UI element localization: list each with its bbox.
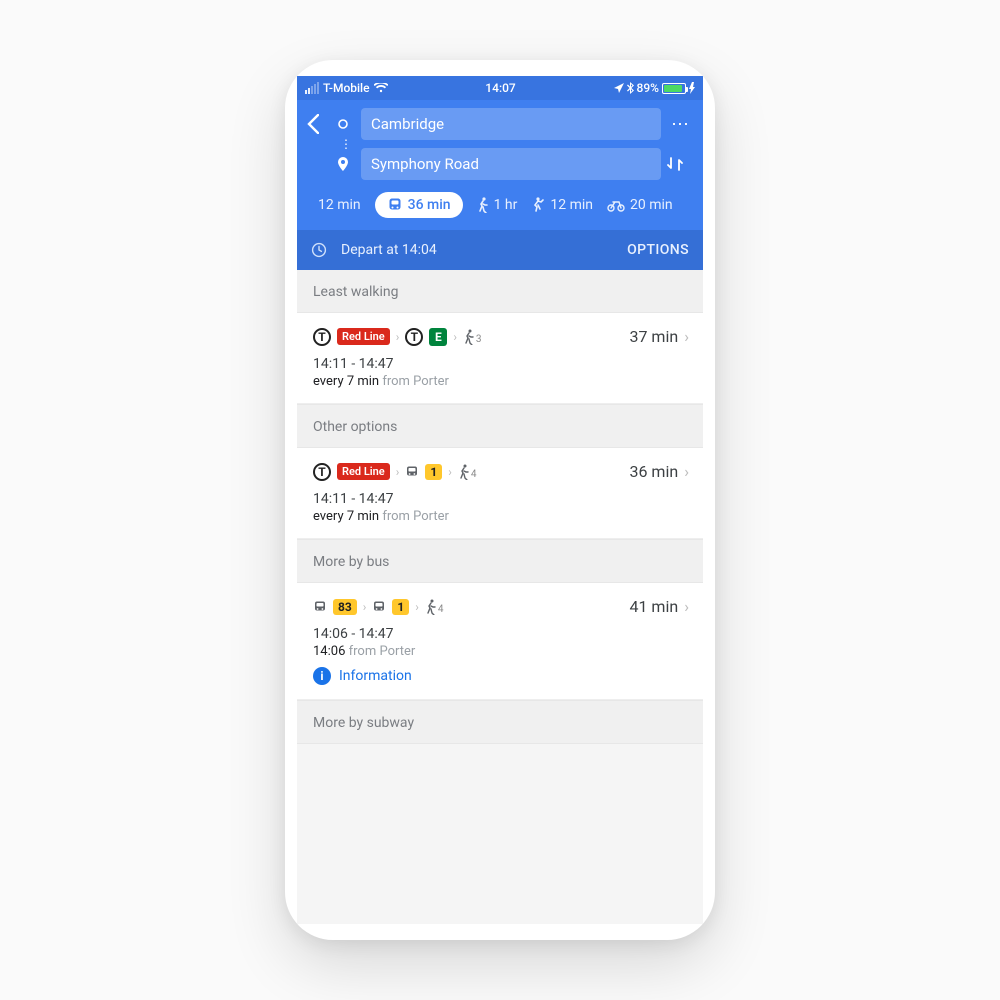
route-legs: T Red Line › 1 › 4 [313,463,629,481]
section-more-by-bus: More by bus [297,539,703,583]
section-more-by-subway: More by subway [297,700,703,744]
route-frequency: every 7 min from Porter [313,509,689,524]
route-times: 14:11 - 14:47 [313,491,689,507]
mode-rideshare[interactable]: 12 min [531,197,593,213]
red-line-badge: Red Line [337,328,390,345]
origin-dot-icon [337,118,355,130]
green-line-e-badge: E [429,328,447,346]
options-button[interactable]: OPTIONS [627,242,689,258]
carrier-label: T-Mobile [323,81,370,95]
bus-1-badge: 1 [392,599,409,615]
mbta-icon: T [313,463,331,481]
mode-bike-time: 20 min [630,197,673,213]
section-other-options: Other options [297,404,703,448]
walk-minutes: 4 [471,469,477,480]
route-legs: 83 › 1 › 4 [313,599,629,615]
walk-leg: 3 [463,329,482,345]
wifi-icon [374,83,388,93]
chevron-right-icon: › [396,330,400,344]
walk-leg: 4 [458,464,477,480]
travel-modes: 12 min 36 min 1 hr [307,180,693,230]
mode-transit[interactable]: 36 min [375,192,463,218]
walk-minutes: 3 [476,334,482,345]
chevron-right-icon: › [684,327,689,346]
route-item[interactable]: T Red Line › 1 › 4 36 min › 14:11 - 14:4 [297,448,703,539]
walk-icon [477,197,489,213]
route-times: 14:11 - 14:47 [313,356,689,372]
route-legs: T Red Line › T E › 3 [313,328,629,346]
battery-icon [662,83,686,94]
route-duration: 36 min [629,462,678,481]
chevron-right-icon: › [363,600,367,614]
chevron-right-icon: › [448,465,452,479]
chevron-right-icon: › [415,600,419,614]
route-information-link[interactable]: i Information [313,667,689,685]
mbta-icon: T [405,328,423,346]
route-times: 14:06 - 14:47 [313,626,689,642]
route-frequency: 14:06 from Porter [313,644,689,659]
status-left: T-Mobile [305,81,388,95]
depart-bar: Depart at 14:04 OPTIONS [297,230,703,270]
bus-1-badge: 1 [425,464,442,480]
origin-input[interactable]: Cambridge [361,108,661,140]
bike-icon [607,198,625,212]
chevron-right-icon: › [684,462,689,481]
phone-frame: T-Mobile 14:07 89% [285,60,715,940]
mode-transit-time: 36 min [408,197,451,213]
route-item[interactable]: 83 › 1 › 4 41 min › 14:06 - 14:47 1 [297,583,703,700]
mode-car[interactable]: 12 min [313,197,361,213]
rideshare-icon [531,197,545,213]
destination-input[interactable]: Symphony Road [361,148,661,180]
section-least-walking: Least walking [297,270,703,313]
bus-icon [313,600,327,614]
bus-83-badge: 83 [333,599,357,615]
route-item[interactable]: T Red Line › T E › 3 37 min › 14:11 - 14… [297,313,703,404]
info-label: Information [339,668,412,684]
screen: T-Mobile 14:07 89% [297,76,703,924]
route-duration: 37 min [629,327,678,346]
mode-car-time: 12 min [318,197,361,213]
route-frequency: every 7 min from Porter [313,374,689,389]
bus-icon [405,465,419,479]
chevron-right-icon: › [684,597,689,616]
destination-pin-icon [337,157,355,171]
red-line-badge: Red Line [337,463,390,480]
more-button[interactable]: ⋯ [667,114,693,135]
chevron-right-icon: › [396,465,400,479]
back-button[interactable] [307,114,331,134]
walk-leg: 4 [425,599,444,615]
directions-header: Cambridge ⋯ ⋮ Symphony Road [297,100,703,230]
waypoint-dots-icon: ⋮ [337,140,355,148]
status-bar: T-Mobile 14:07 89% [297,76,703,100]
mbta-icon: T [313,328,331,346]
mode-bike[interactable]: 20 min [607,197,673,213]
mode-walk-time: 1 hr [494,197,518,213]
battery-pct: 89% [637,81,659,95]
chevron-right-icon: › [453,330,457,344]
transit-icon [387,197,403,213]
status-time: 14:07 [388,81,614,95]
charging-icon [689,82,695,94]
status-right: 89% [614,81,695,95]
clock-icon [311,242,333,258]
bus-icon [372,600,386,614]
depart-time-button[interactable]: Depart at 14:04 [333,242,627,258]
mode-rideshare-time: 12 min [550,197,593,213]
location-arrow-icon [614,83,624,93]
info-icon: i [313,667,331,685]
route-duration: 41 min [629,597,678,616]
bluetooth-icon [627,82,634,94]
walk-minutes: 4 [438,604,444,615]
signal-icon [305,82,319,94]
mode-walk[interactable]: 1 hr [477,197,518,213]
swap-button[interactable] [667,155,693,173]
